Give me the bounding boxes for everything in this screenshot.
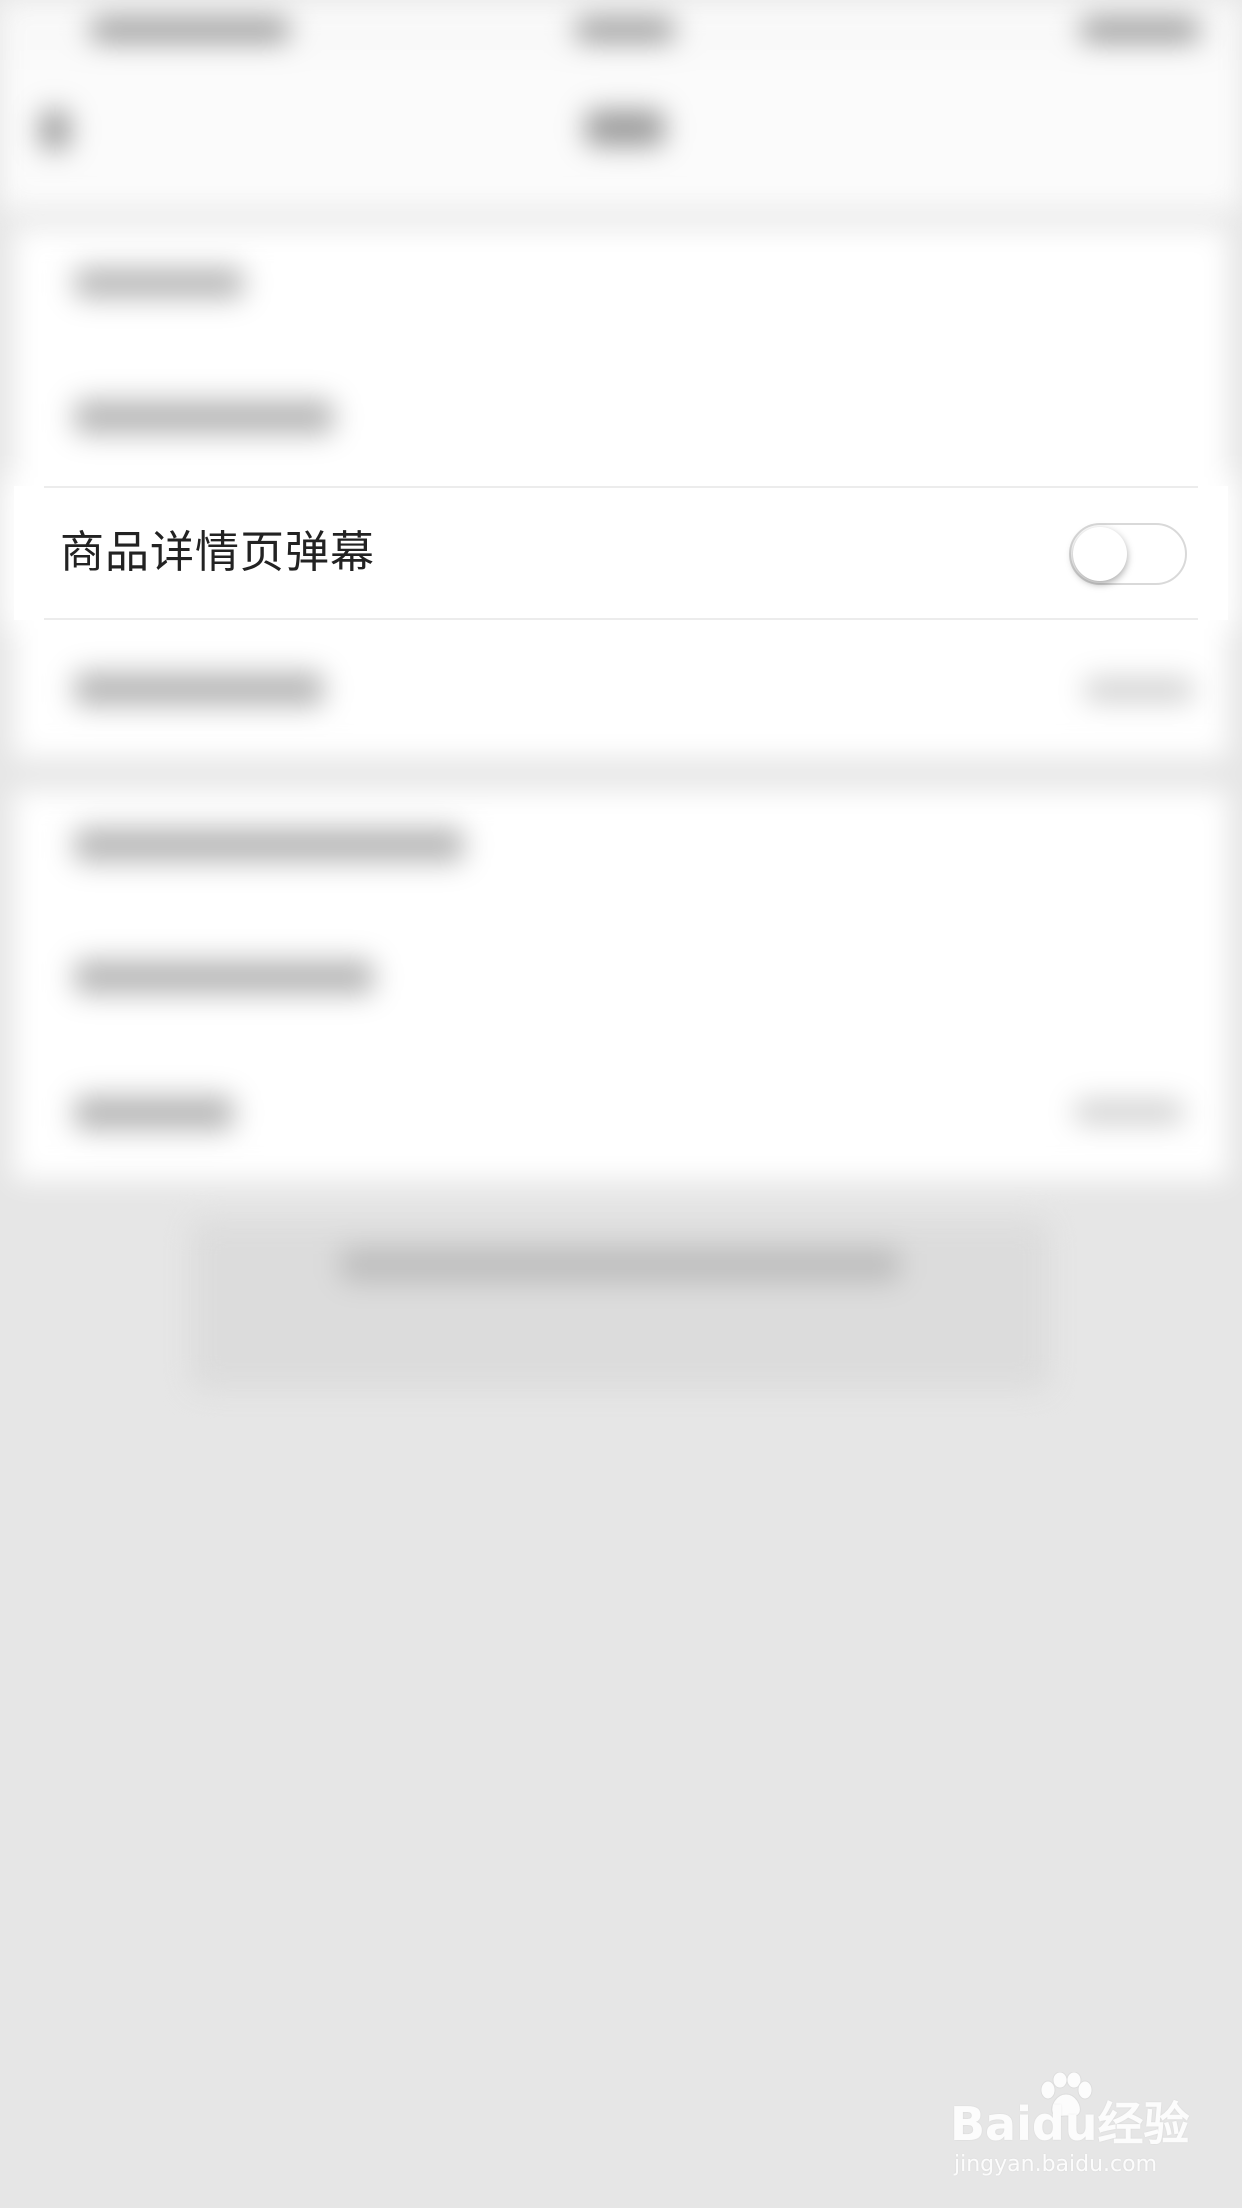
blurred-background [0,0,1242,2208]
setting-row-product-detail-danmaku: 商品详情页弹幕 [14,486,1228,620]
danmaku-toggle-switch[interactable] [1069,523,1187,585]
setting-label: 商品详情页弹幕 [60,527,375,578]
status-bar [0,0,1242,60]
settings-group-2 [14,790,1228,1180]
baidu-jingyan-watermark: Baidu经验 jingyan.baidu.com [950,2072,1190,2182]
footer-button [190,1220,1050,1390]
watermark-url: jingyan.baidu.com [954,2152,1158,2177]
toggle-knob[interactable] [1073,527,1127,581]
divider [44,618,1198,620]
watermark-brand: Baidu经验 [950,2097,1190,2151]
divider [44,486,1198,488]
navigation-bar [0,60,1242,210]
